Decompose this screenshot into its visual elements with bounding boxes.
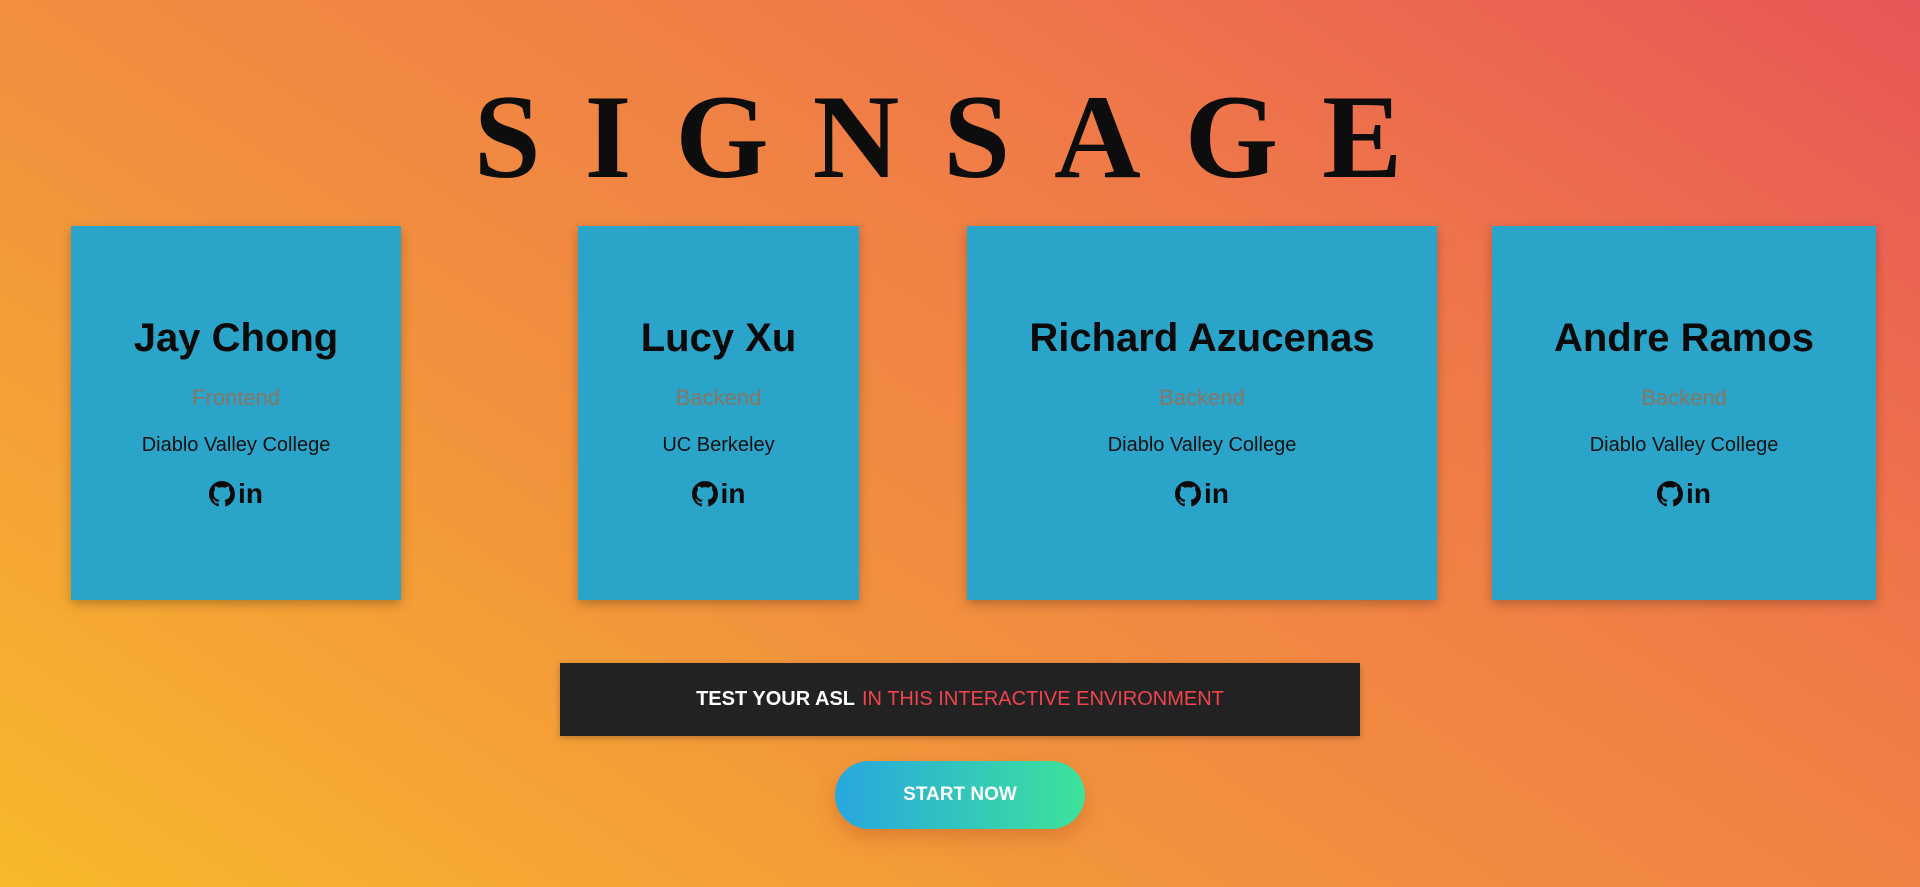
member-links: in bbox=[967, 480, 1437, 508]
member-links: in bbox=[1492, 480, 1876, 508]
member-school: UC Berkeley bbox=[662, 434, 775, 456]
member-school: Diablo Valley College bbox=[141, 434, 331, 456]
asl-banner: TEST YOUR ASL IN THIS INTERACTIVE ENVIRO… bbox=[560, 663, 1360, 736]
github-icon[interactable] bbox=[691, 481, 718, 507]
member-name: Richard Azucenas bbox=[1029, 316, 1375, 360]
member-links: in bbox=[578, 480, 859, 508]
linkedin-icon[interactable]: in bbox=[1204, 480, 1229, 508]
member-name: Andre Ramos bbox=[1553, 316, 1815, 360]
page-title: SIGNSAGE bbox=[473, 70, 1447, 203]
member-school: Diablo Valley College bbox=[1589, 434, 1779, 456]
member-school: Diablo Valley College bbox=[1107, 434, 1297, 456]
banner-strong-text: TEST YOUR ASL bbox=[696, 688, 855, 710]
linkedin-icon[interactable]: in bbox=[721, 480, 746, 508]
team-card-jay-chong: Jay Chong Frontend Diablo Valley College… bbox=[71, 226, 401, 600]
github-icon[interactable] bbox=[1175, 481, 1202, 507]
team-card-andre-ramos: Andre Ramos Backend Diablo Valley Colleg… bbox=[1492, 226, 1876, 600]
start-now-button[interactable]: START NOW bbox=[835, 761, 1085, 829]
member-role: Backend bbox=[1159, 385, 1245, 410]
member-role: Backend bbox=[1641, 385, 1727, 410]
member-role: Backend bbox=[675, 385, 762, 410]
member-name: Jay Chong bbox=[133, 316, 339, 360]
member-links: in bbox=[71, 480, 401, 508]
team-card-lucy-xu: Lucy Xu Backend UC Berkeley in bbox=[578, 226, 859, 600]
github-icon[interactable] bbox=[209, 481, 236, 507]
member-name: Lucy Xu bbox=[640, 316, 797, 360]
linkedin-icon[interactable]: in bbox=[238, 480, 263, 508]
team-card-richard-azucenas: Richard Azucenas Backend Diablo Valley C… bbox=[967, 226, 1437, 600]
github-icon[interactable] bbox=[1657, 481, 1684, 507]
banner-accent-text: IN THIS INTERACTIVE ENVIRONMENT bbox=[862, 688, 1224, 710]
linkedin-icon[interactable]: in bbox=[1686, 480, 1711, 508]
member-role: Frontend bbox=[191, 385, 281, 410]
